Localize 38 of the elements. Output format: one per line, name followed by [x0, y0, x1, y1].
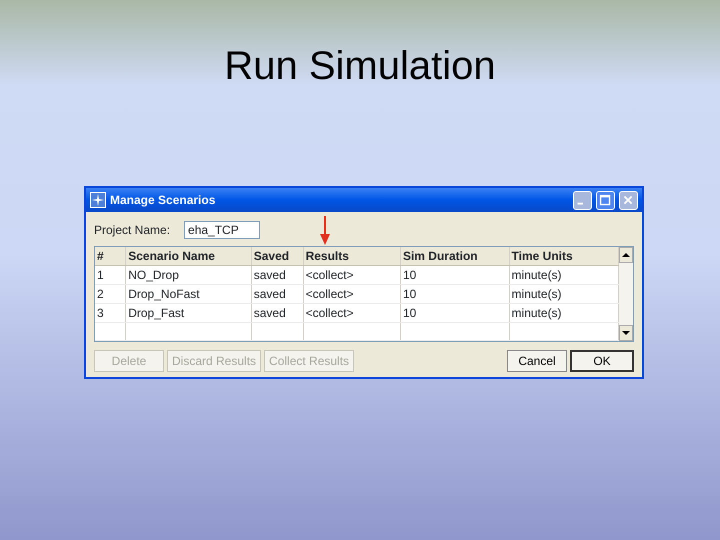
- table-cell: minute(s): [509, 284, 618, 304]
- table-cell: 10: [400, 284, 510, 304]
- column-header[interactable]: Results: [303, 247, 400, 266]
- table-cell: <collect>: [303, 284, 400, 304]
- column-header[interactable]: Sim Duration: [400, 247, 510, 266]
- column-header[interactable]: Time Units: [509, 247, 618, 266]
- table-cell: 2: [95, 284, 126, 304]
- table-cell: 1: [95, 266, 126, 284]
- table-cell: Drop_Fast: [126, 304, 252, 322]
- table-cell: NO_Drop: [126, 266, 252, 284]
- column-header[interactable]: Saved: [251, 247, 304, 266]
- scroll-down-icon[interactable]: [622, 330, 630, 336]
- table-cell: 3: [95, 304, 126, 322]
- column-header[interactable]: #: [95, 247, 126, 266]
- star-icon: [90, 192, 106, 208]
- dialog-button[interactable]: OK: [570, 350, 634, 372]
- close-button[interactable]: [619, 190, 638, 210]
- table-cell: <collect>: [303, 266, 400, 284]
- slide-title: Run Simulation: [223, 43, 497, 90]
- table-cell: minute(s): [509, 304, 618, 322]
- maximize-button[interactable]: [596, 190, 615, 210]
- dialog-button[interactable]: Cancel: [507, 350, 567, 372]
- table-cell: 10: [400, 304, 510, 322]
- project-name-field[interactable]: eha_TCP: [184, 221, 260, 239]
- minimize-button[interactable]: [573, 190, 592, 210]
- table-cell: Drop_NoFast: [126, 284, 252, 304]
- table-cell: <collect>: [303, 304, 400, 322]
- table-cell: saved: [251, 284, 304, 304]
- field-label: Project Name:: [94, 222, 170, 239]
- table-cell: saved: [251, 304, 304, 322]
- column-header[interactable]: Scenario Name: [126, 247, 252, 266]
- scroll-up-icon[interactable]: [622, 252, 630, 258]
- window-title: Manage Scenarios: [110, 192, 216, 209]
- table-cell: 10: [400, 266, 510, 284]
- arrow-annotation: [319, 216, 331, 246]
- table-cell: saved: [251, 266, 304, 284]
- table-cell: minute(s): [509, 266, 618, 284]
- scroll-bar[interactable]: [619, 247, 633, 341]
